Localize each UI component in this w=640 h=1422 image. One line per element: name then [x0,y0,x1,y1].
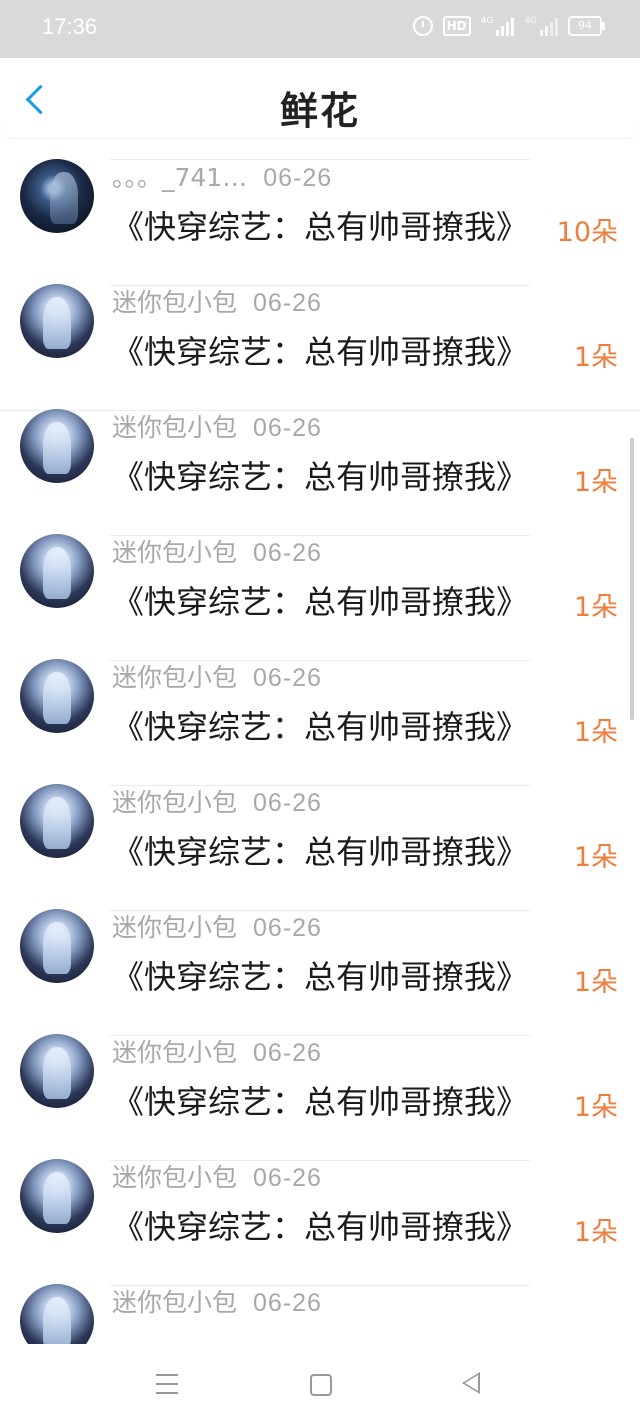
signal-icon-1: 4G [481,16,515,36]
battery-icon: 94 [568,16,605,36]
scrollbar[interactable] [630,438,634,720]
avatar[interactable] [20,1034,94,1108]
list-item[interactable]: 迷你包小包 06-26 《快穿综艺：总有帅哥撩我》 1朵 [0,1015,640,1161]
avatar[interactable] [20,784,94,858]
avatar[interactable] [20,284,94,358]
flower-list[interactable]: 。。。_741… 06-26 《快穿综艺：总有帅哥撩我》 10朵迷你包小包 06-26 《… [0,140,640,1344]
status-icons: HD 4G 4G 94 [412,16,605,36]
network-type-1: 4G [480,16,494,26]
item-meta: 。。。_741… 06-26 [112,158,332,194]
send-date: 06-26 [253,1289,322,1317]
item-meta: 迷你包小包 06-26 [112,283,322,319]
menu-icon[interactable] [156,1374,178,1394]
nav-header: 鲜花 [0,58,640,139]
send-date: 06-26 [253,539,322,567]
item-meta: 迷你包小包 06-26 [112,908,322,944]
sender-name: 迷你包小包 [112,1038,238,1067]
book-title: 《快穿综艺：总有帅哥撩我》 [112,1208,529,1246]
send-date: 06-26 [253,789,322,817]
book-title: 《快穿综艺：总有帅哥撩我》 [112,708,529,746]
book-title: 《快穿综艺：总有帅哥撩我》 [112,1083,529,1121]
sender-name: 迷你包小包 [112,538,238,567]
book-title: 《快穿综艺：总有帅哥撩我》 [112,958,529,996]
list-item[interactable]: 迷你包小包 06-26 《快穿综艺：总有帅哥撩我》 1朵 [0,515,640,661]
row-divider [110,159,530,160]
signal-icon-2: 4G [524,16,558,36]
sender-name: 迷你包小包 [112,788,238,817]
sender-name: 迷你包小包 [112,663,238,692]
book-title: 《快穿综艺：总有帅哥撩我》 [112,833,529,871]
list-item[interactable]: 迷你包小包 06-26 《快穿综艺：总有帅哥撩我》 1朵 [0,765,640,911]
home-icon[interactable] [310,1374,332,1396]
system-nav-bar [0,1344,640,1422]
book-title: 《快穿综艺：总有帅哥撩我》 [112,458,529,496]
avatar[interactable] [20,159,94,233]
item-meta: 迷你包小包 06-26 [112,1283,322,1319]
hd-icon: HD [442,16,471,36]
book-title: 《快穿综艺：总有帅哥撩我》 [112,583,529,621]
avatar[interactable] [20,409,94,483]
item-meta: 迷你包小包 06-26 [112,1158,322,1194]
send-date: 06-26 [253,1164,322,1192]
flower-count: 1朵 [573,342,618,373]
item-meta: 迷你包小包 06-26 [112,1033,322,1069]
flower-count: 10朵 [556,217,618,248]
flower-count: 1朵 [573,967,618,998]
list-item[interactable]: 迷你包小包 06-26 《快穿综艺：总有帅哥撩我》 1朵 [0,640,640,786]
alarm-icon [412,16,433,36]
flower-count: 1朵 [573,467,618,498]
send-date: 06-26 [253,414,322,442]
sender-name: 迷你包小包 [112,913,238,942]
list-item[interactable]: 迷你包小包 06-26 《快穿综艺：总有帅哥撩我》 1朵 [0,1140,640,1286]
flower-count: 1朵 [573,717,618,748]
network-type-2: 4G [524,16,537,26]
item-meta: 迷你包小包 06-26 [112,658,322,694]
status-bar: 17:36 HD 4G 4G 94 [0,0,640,58]
item-meta: 迷你包小包 06-26 [112,783,322,819]
avatar[interactable] [20,1159,94,1233]
flower-count: 1朵 [573,1217,618,1248]
sender-name: 迷你包小包 [112,413,238,442]
book-title: 《快穿综艺：总有帅哥撩我》 [112,208,529,246]
back-triangle-icon[interactable] [462,1372,480,1394]
item-meta: 迷你包小包 06-26 [112,408,322,444]
avatar[interactable] [20,659,94,733]
status-time: 17:36 [42,14,98,39]
send-date: 06-26 [253,289,322,317]
sender-name: 迷你包小包 [112,288,238,317]
sender-name: 。。。_741… [112,163,248,192]
flower-count: 1朵 [573,1092,618,1123]
list-item[interactable]: 迷你包小包 06-26 《快穿综艺：总有帅哥撩我》 1朵 [0,265,640,411]
list-item[interactable]: 迷你包小包 06-26 《快穿综艺：总有帅哥撩我》 1朵 [0,390,640,536]
avatar[interactable] [20,1284,94,1344]
send-date: 06-26 [253,1039,322,1067]
page-title: 鲜花 [279,89,360,133]
send-date: 06-26 [253,664,322,692]
avatar[interactable] [20,534,94,608]
send-date: 06-26 [253,914,322,942]
flower-count: 1朵 [573,842,618,873]
list-item[interactable]: 迷你包小包 06-26 [0,1265,640,1344]
avatar[interactable] [20,909,94,983]
sender-name: 迷你包小包 [112,1288,238,1317]
item-meta: 迷你包小包 06-26 [112,533,322,569]
send-date: 06-26 [263,164,333,192]
list-item[interactable]: 迷你包小包 06-26 《快穿综艺：总有帅哥撩我》 1朵 [0,890,640,1036]
flower-count: 1朵 [573,592,618,623]
book-title: 《快穿综艺：总有帅哥撩我》 [112,333,529,371]
sender-name: 迷你包小包 [112,1163,238,1192]
